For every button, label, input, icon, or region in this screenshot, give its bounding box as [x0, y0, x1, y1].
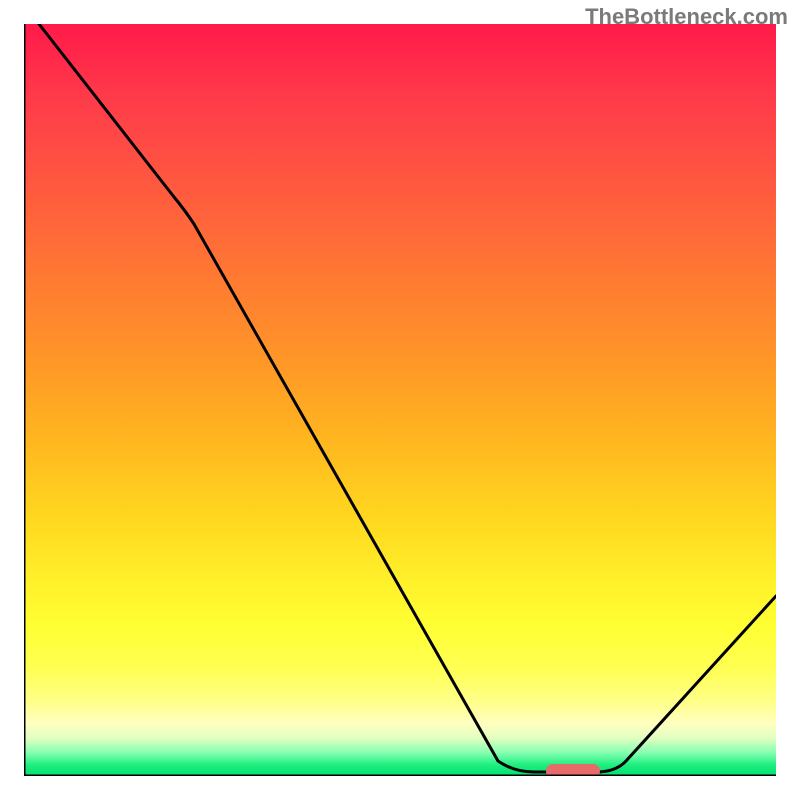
watermark-text: TheBottleneck.com: [585, 4, 788, 30]
optimal-marker: [546, 764, 600, 776]
chart-curve: [24, 24, 776, 776]
plot-area: [24, 24, 776, 776]
bottleneck-curve-path: [39, 24, 776, 772]
